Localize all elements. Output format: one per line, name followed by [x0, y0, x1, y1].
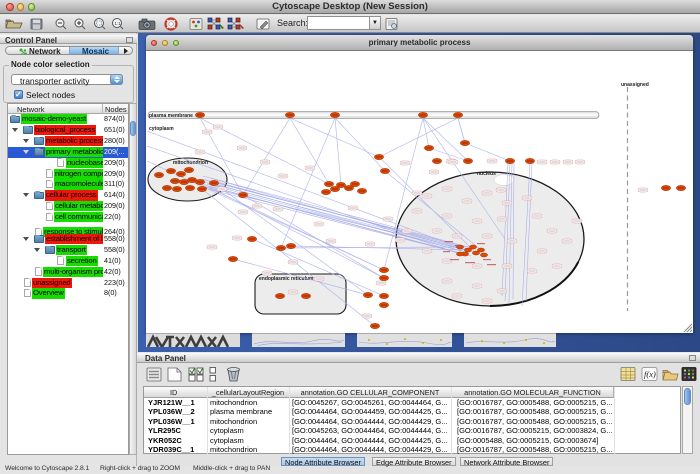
- svg-text:endoplasmic reticulum: endoplasmic reticulum: [259, 276, 314, 282]
- svg-text:cytoplasm: cytoplasm: [149, 126, 174, 132]
- svg-text:plasma membrane: plasma membrane: [149, 113, 193, 119]
- svg-text:unassigned: unassigned: [621, 82, 649, 88]
- svg-text:1:1: 1:1: [115, 21, 122, 26]
- svg-text:nucleus: nucleus: [477, 171, 496, 177]
- svg-text:f(x): f(x): [644, 369, 656, 379]
